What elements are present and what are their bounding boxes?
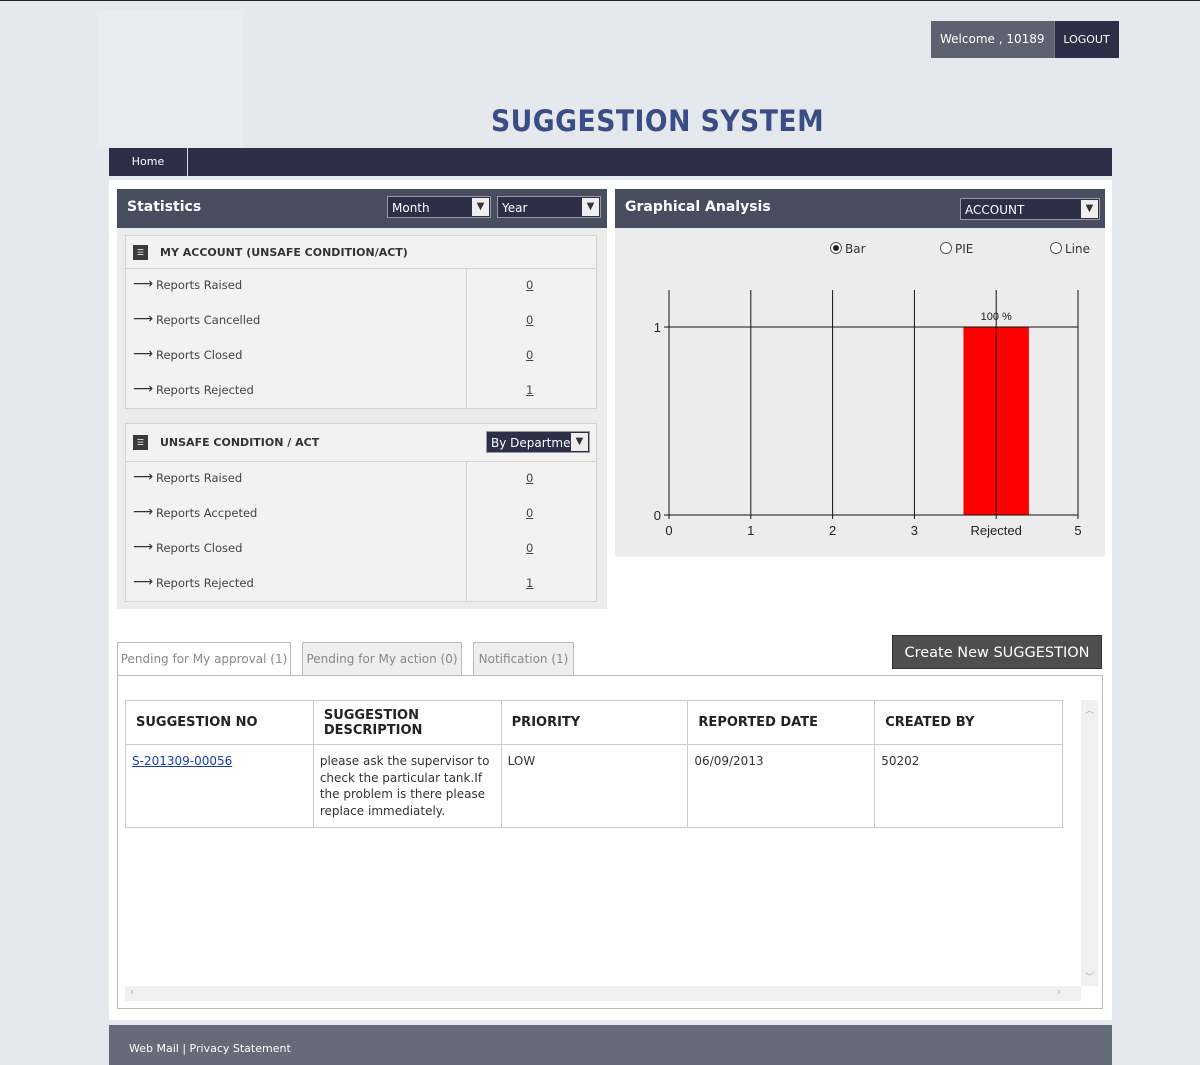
arrow-right-icon: ⟶	[133, 574, 154, 590]
logout-button[interactable]: LOGOUT	[1053, 21, 1119, 58]
stat-label: Reports Raised	[156, 278, 243, 292]
tab-pending-action[interactable]: Pending for My action (0)	[302, 642, 462, 675]
unsafe-condition-box: ☰ UNSAFE CONDITION / ACT By Departmen ▼ …	[125, 423, 597, 602]
contact-card-icon: ☰	[133, 245, 148, 260]
logo-area	[97, 10, 243, 148]
privacy-link[interactable]: Privacy Statement	[190, 1042, 291, 1055]
unsafe-condition-title: UNSAFE CONDITION / ACT	[160, 436, 320, 449]
arrow-right-icon: ⟶	[133, 539, 154, 555]
x-tick-label: Rejected	[971, 523, 1022, 538]
my-account-box: ☰ MY ACCOUNT (UNSAFE CONDITION/ACT) ⟶ Rep…	[125, 235, 597, 409]
x-tick-label: 3	[911, 523, 918, 538]
stat-row: ⟶ Reports Cancelled 0	[126, 304, 596, 339]
footer-links: Web Mail | Privacy Statement	[129, 1042, 291, 1055]
stat-value-link[interactable]: 0	[526, 471, 533, 485]
table-cell: 50202	[874, 744, 1063, 828]
stat-label: Reports Closed	[156, 541, 243, 555]
stat-value-link[interactable]: 0	[526, 348, 533, 362]
stat-row: ⟶ Reports Raised 0	[126, 269, 596, 304]
vertical-scrollbar[interactable]: ︿ ﹀	[1081, 700, 1098, 986]
column-header: SUGGESTION NO	[125, 700, 314, 745]
column-header: PRIORITY	[500, 700, 689, 745]
tab-pending-approval[interactable]: Pending for My approval (1)	[117, 642, 291, 676]
stat-value-link[interactable]: 0	[526, 506, 533, 520]
x-tick-label: 2	[829, 523, 836, 538]
department-select[interactable]: By Departmen ▼	[486, 431, 590, 453]
year-select-value: Year	[502, 201, 528, 215]
stat-row: ⟶ Reports Raised 0	[126, 462, 596, 497]
suggestion-link[interactable]: S-201309-00056	[132, 754, 232, 768]
arrow-right-icon: ⟶	[133, 469, 154, 485]
chevron-down-icon: ▼	[571, 433, 588, 451]
stat-label: Reports Cancelled	[156, 313, 261, 327]
scroll-left-icon[interactable]: ‹	[130, 987, 134, 998]
y-tick-label: 1	[654, 320, 661, 335]
stat-row: ⟶ Reports Accpeted 0	[126, 497, 596, 532]
bar-chart: 100 %0 1 2 3 Rejected 501	[654, 290, 1082, 538]
x-tick-label: 0	[665, 523, 672, 538]
suggestion-table: SUGGESTION NO SUGGESTION DESCRIPTION PRI…	[125, 700, 1063, 828]
footer-separator: |	[182, 1042, 187, 1055]
scroll-right-icon[interactable]: ›	[1057, 987, 1061, 998]
stat-label: Reports Raised	[156, 471, 243, 485]
graphical-analysis-panel: Graphical Analysis ACCOUNT ▼ Bar PIE Lin…	[615, 189, 1105, 557]
webmail-link[interactable]: Web Mail	[129, 1042, 179, 1055]
horizontal-scrollbar[interactable]: ‹ ›	[125, 986, 1081, 1001]
stat-value-link[interactable]: 0	[526, 541, 533, 555]
table-cell: S-201309-00056	[125, 744, 314, 828]
year-select[interactable]: Year ▼	[497, 196, 601, 218]
month-select-value: Month	[392, 201, 430, 215]
scroll-down-icon[interactable]: ﹀	[1081, 970, 1098, 983]
y-tick-label: 0	[654, 508, 661, 523]
statistics-title: Statistics	[127, 199, 202, 215]
app-title: SUGGESTION SYSTEM	[491, 104, 825, 138]
arrow-right-icon: ⟶	[133, 504, 154, 520]
stat-value-link[interactable]: 0	[526, 313, 533, 327]
my-account-title: MY ACCOUNT (UNSAFE CONDITION/ACT)	[160, 246, 408, 259]
nav-bar: Home	[109, 148, 1112, 176]
column-header: CREATED BY	[874, 700, 1063, 745]
stat-row: ⟶ Reports Rejected 1	[126, 374, 596, 409]
table-row: S-201309-00056 please ask the supervisor…	[125, 744, 1063, 828]
arrow-right-icon: ⟶	[133, 381, 154, 397]
contact-card-icon: ☰	[133, 435, 148, 450]
arrow-right-icon: ⟶	[133, 276, 154, 292]
chevron-down-icon: ▼	[582, 198, 599, 216]
column-header: SUGGESTION DESCRIPTION	[312, 700, 502, 745]
stat-value-link[interactable]: 1	[526, 383, 533, 397]
department-select-value: By Departmen	[491, 436, 579, 450]
stat-value-link[interactable]: 1	[526, 576, 533, 590]
column-header: REPORTED DATE	[687, 700, 876, 745]
tab-notification[interactable]: Notification (1)	[473, 642, 574, 675]
stat-row: ⟶ Reports Rejected 1	[126, 567, 596, 602]
stat-label: Reports Closed	[156, 348, 243, 362]
suggestion-table-area: SUGGESTION NO SUGGESTION DESCRIPTION PRI…	[117, 675, 1103, 1009]
stat-label: Reports Rejected	[156, 576, 254, 590]
x-tick-label: 1	[747, 523, 754, 538]
arrow-right-icon: ⟶	[133, 311, 154, 327]
table-cell: please ask the supervisor to check the p…	[312, 744, 502, 828]
table-cell: LOW	[500, 744, 689, 828]
top-border	[0, 0, 1200, 1]
statistics-header: Statistics Month ▼ Year ▼	[117, 189, 607, 228]
stat-label: Reports Rejected	[156, 383, 254, 397]
chevron-down-icon: ▼	[472, 198, 489, 216]
stat-row: ⟶ Reports Closed 0	[126, 339, 596, 374]
create-suggestion-button[interactable]: Create New SUGGESTION	[892, 635, 1102, 669]
statistics-panel: Statistics Month ▼ Year ▼ ☰ MY ACCOUNT (…	[117, 189, 607, 609]
x-tick-label: 5	[1074, 523, 1081, 538]
nav-home-link[interactable]: Home	[109, 148, 188, 176]
footer: Web Mail | Privacy Statement	[109, 1025, 1112, 1065]
stat-label: Reports Accpeted	[156, 506, 258, 520]
user-box: Welcome , 10189 LOGOUT	[931, 21, 1119, 58]
stat-row: ⟶ Reports Closed 0	[126, 532, 596, 567]
table-cell: 06/09/2013	[687, 744, 876, 828]
stat-value-link[interactable]: 0	[526, 278, 533, 292]
scroll-up-icon[interactable]: ︿	[1081, 703, 1098, 716]
month-select[interactable]: Month ▼	[387, 196, 491, 218]
arrow-right-icon: ⟶	[133, 346, 154, 362]
welcome-text: Welcome , 10189	[931, 21, 1054, 58]
my-account-header: ☰ MY ACCOUNT (UNSAFE CONDITION/ACT)	[126, 236, 596, 269]
unsafe-condition-header: ☰ UNSAFE CONDITION / ACT By Departmen ▼	[126, 424, 596, 462]
